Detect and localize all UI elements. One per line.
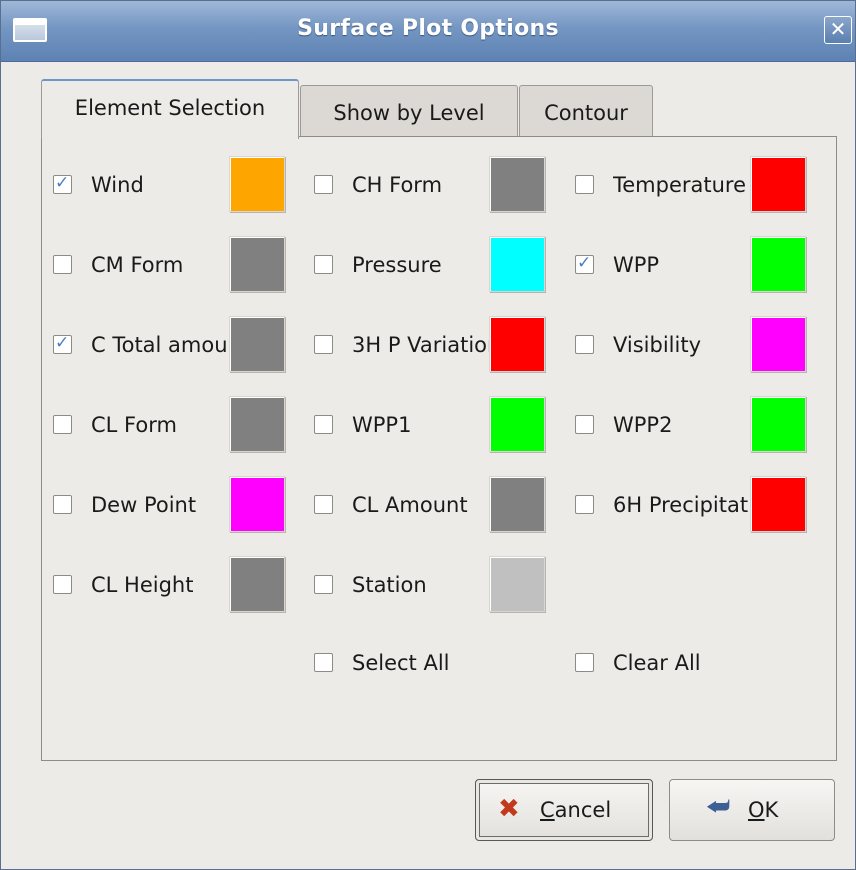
- color-swatch-3h-p-variation[interactable]: [489, 316, 545, 372]
- label-cm-form: CM Form: [91, 253, 184, 277]
- color-swatch-visibility[interactable]: [750, 316, 806, 372]
- tab-contour-label: Contour: [544, 101, 628, 125]
- cancel-mnemonic: C: [540, 798, 555, 822]
- checkbox-cl-form[interactable]: [53, 415, 72, 434]
- label-dew-point: Dew Point: [91, 493, 197, 517]
- label-cl-height: CL Height: [91, 573, 194, 597]
- label-6h-precipitation: 6H Precipitation: [613, 493, 750, 517]
- checkbox-station[interactable]: [314, 575, 333, 594]
- color-swatch-station[interactable]: [489, 556, 545, 612]
- checkbox-dew-point[interactable]: [53, 495, 72, 514]
- ok-mnemonic: O: [748, 798, 765, 822]
- label-pressure: Pressure: [352, 253, 442, 277]
- cancel-button[interactable]: ✖ Cancel: [475, 779, 653, 841]
- label-wpp1: WPP1: [352, 413, 412, 437]
- checkbox-3h-p-variation[interactable]: [314, 335, 333, 354]
- color-swatch-dew-point[interactable]: [229, 476, 285, 532]
- label-cl-amount: CL Amount: [352, 493, 468, 517]
- tab-show-by-level-label: Show by Level: [333, 101, 485, 125]
- cancel-x-icon: ✖: [498, 794, 520, 824]
- color-swatch-6h-precipitation[interactable]: [750, 476, 806, 532]
- ok-return-arrow-icon: ⮨: [706, 792, 731, 822]
- label-station: Station: [352, 573, 427, 597]
- checkbox-6h-precipitation[interactable]: [575, 495, 594, 514]
- checkbox-wpp2[interactable]: [575, 415, 594, 434]
- label-cl-form: CL Form: [91, 413, 177, 437]
- label-3h-p-variation: 3H P Variation: [352, 333, 489, 357]
- checkbox-ch-form[interactable]: [314, 175, 333, 194]
- color-swatch-cl-height[interactable]: [229, 556, 285, 612]
- color-swatch-cl-form[interactable]: [229, 396, 285, 452]
- ok-label-rest: K: [764, 798, 779, 822]
- select-all-checkbox[interactable]: [314, 653, 333, 672]
- close-button[interactable]: ✕: [824, 16, 852, 44]
- surface-plot-options-dialog: Surface Plot Options ✕ Element Selection…: [0, 0, 856, 870]
- title-bar[interactable]: Surface Plot Options ✕: [1, 1, 855, 62]
- label-ch-form: CH Form: [352, 173, 443, 197]
- checkbox-wind[interactable]: [53, 173, 72, 194]
- tab-element-selection-label: Element Selection: [74, 96, 266, 120]
- label-c-total-amount: C Total amount: [91, 333, 229, 357]
- color-swatch-pressure[interactable]: [489, 236, 545, 292]
- cancel-label-rest: ancel: [554, 798, 612, 822]
- color-swatch-cm-form[interactable]: [229, 236, 285, 292]
- color-swatch-wpp1[interactable]: [489, 396, 545, 452]
- color-swatch-cl-amount[interactable]: [489, 476, 545, 532]
- color-swatch-ch-form[interactable]: [489, 156, 545, 212]
- clear-all-label: Clear All: [613, 651, 701, 675]
- color-swatch-wpp[interactable]: [750, 236, 806, 292]
- checkbox-cm-form[interactable]: [53, 255, 72, 274]
- tab-show-by-level[interactable]: Show by Level: [300, 85, 518, 137]
- checkbox-temperature[interactable]: [575, 175, 594, 194]
- clear-all-checkbox[interactable]: [575, 653, 594, 672]
- cancel-button-label: Cancel: [540, 797, 611, 823]
- window-title: Surface Plot Options: [297, 16, 559, 41]
- color-swatch-wpp2[interactable]: [750, 396, 806, 452]
- checkbox-c-total-amount[interactable]: [53, 333, 72, 354]
- checkbox-wpp[interactable]: [575, 253, 594, 274]
- color-swatch-wind[interactable]: [229, 156, 285, 212]
- checkbox-wpp1[interactable]: [314, 415, 333, 434]
- color-swatch-c-total-amount[interactable]: [229, 316, 285, 372]
- checkbox-visibility[interactable]: [575, 335, 594, 354]
- label-visibility: Visibility: [613, 333, 702, 357]
- ok-button[interactable]: ⮨ OK: [669, 779, 835, 841]
- tab-element-selection[interactable]: Element Selection: [41, 79, 299, 139]
- label-wpp2: WPP2: [613, 413, 673, 437]
- color-swatch-temperature[interactable]: [750, 156, 806, 212]
- checkbox-cl-amount[interactable]: [314, 495, 333, 514]
- label-wpp: WPP: [613, 253, 660, 277]
- ok-button-label: OK: [748, 797, 778, 823]
- label-wind: Wind: [91, 173, 144, 197]
- checkbox-pressure[interactable]: [314, 255, 333, 274]
- label-temperature: Temperature: [613, 173, 747, 197]
- tab-contour[interactable]: Contour: [519, 85, 653, 137]
- checkbox-cl-height[interactable]: [53, 575, 72, 594]
- select-all-label: Select All: [352, 651, 450, 675]
